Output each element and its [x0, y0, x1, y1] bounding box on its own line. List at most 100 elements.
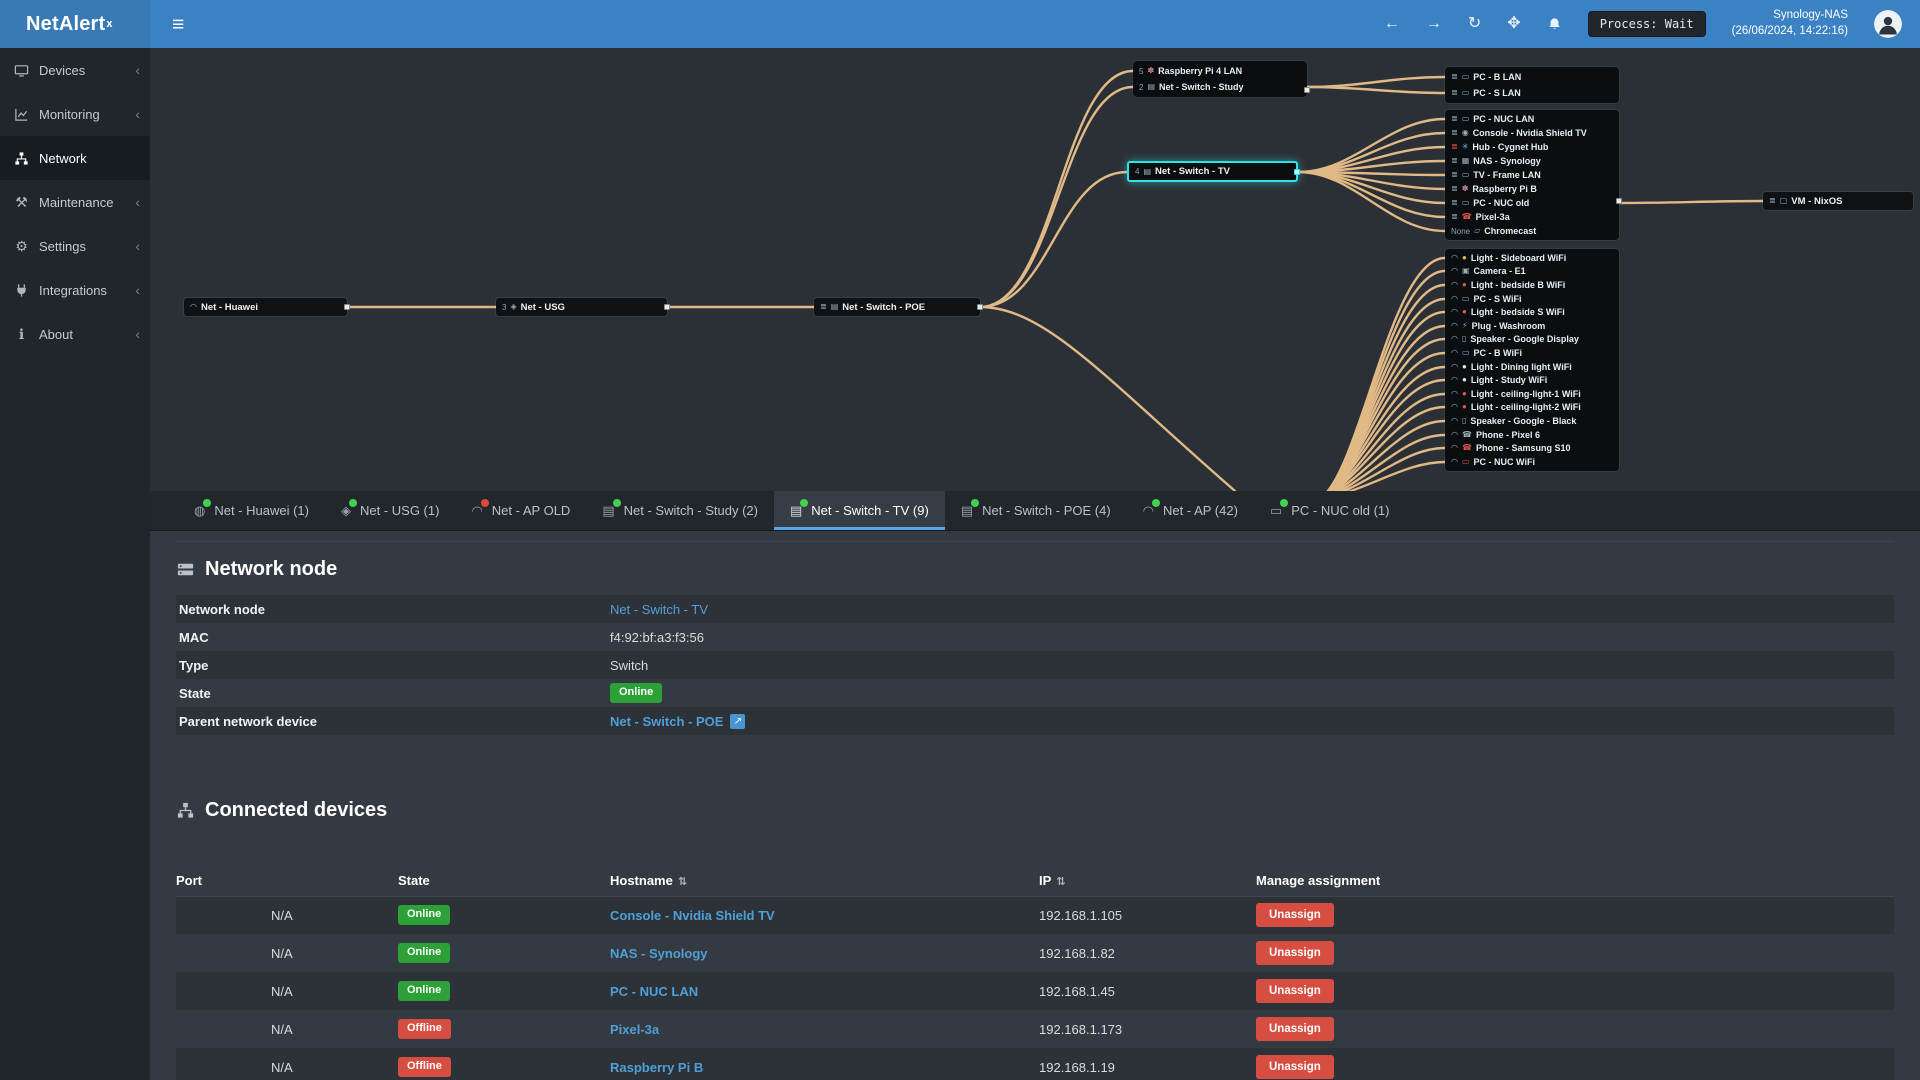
user-avatar[interactable]: [1874, 10, 1902, 38]
hamburger-menu-icon[interactable]: ≡: [172, 14, 184, 35]
tree-node-speaker-google-display[interactable]: ◠ ▯ Speaker - Google Display: [1445, 333, 1619, 347]
tree-node-light-bedside-b-wifi[interactable]: ◠ ● Light - bedside B WiFi: [1445, 278, 1619, 292]
tree-node-light-bedside-s-wifi[interactable]: ◠ ● Light - bedside S WiFi: [1445, 305, 1619, 319]
tree-node-chromecast[interactable]: None ▱ Chromecast: [1445, 224, 1619, 238]
column-header-hostname[interactable]: Hostname ⇅: [610, 866, 1039, 897]
tree-node-net-switch-study[interactable]: 2 ▤ Net - Switch - Study: [1133, 79, 1307, 95]
parent-device-link[interactable]: Net - Switch - POE: [610, 714, 723, 729]
tab-net-usg[interactable]: ◈ Net - USG (1): [325, 491, 455, 530]
tree-node-pc-b-wifi[interactable]: ◠ ▭ PC - B WiFi: [1445, 346, 1619, 360]
tree-node-label: NAS - Synology: [1473, 156, 1541, 166]
device-link[interactable]: Pixel-3a: [610, 1022, 659, 1037]
port-cell: N/A: [271, 1059, 293, 1075]
collapse-handle[interactable]: [977, 304, 983, 310]
tree-node-camera-e1[interactable]: ◠ ▣ Camera - E1: [1445, 265, 1619, 279]
sidebar-item-monitoring[interactable]: Monitoring ‹: [0, 92, 150, 136]
tree-node-light-sideboard-wifi[interactable]: ◠ ● Light - Sideboard WiFi: [1445, 251, 1619, 265]
tree-node-tv-frame-lan[interactable]: ≣ ▭ TV - Frame LAN: [1445, 168, 1619, 182]
tree-node-net-switch-tv-selected[interactable]: 4 ▤ Net - Switch - TV: [1127, 161, 1300, 182]
status-dot-online: [1280, 499, 1289, 507]
tree-node-net-huawei[interactable]: ◠ Net - Huawei: [184, 298, 350, 316]
move-icon[interactable]: ✥: [1507, 16, 1520, 32]
sidebar-item-settings[interactable]: ⚙ Settings ‹: [0, 224, 150, 268]
device-link[interactable]: Raspberry Pi B: [610, 1060, 703, 1075]
plug-icon: [13, 283, 30, 298]
sidebar-item-maintenance[interactable]: ⚒ Maintenance ‹: [0, 180, 150, 224]
tab-net-ap[interactable]: ◠ Net - AP (42): [1127, 491, 1254, 530]
tree-node-console-nvidia-shield[interactable]: ≣ ◉ Console - Nvidia Shield TV: [1445, 126, 1619, 140]
tree-node-label: PC - S LAN: [1473, 88, 1521, 98]
device-link[interactable]: PC - NUC LAN: [610, 984, 698, 999]
tree-node-net-switch-poe[interactable]: ≣ ▤ Net - Switch - POE: [814, 298, 983, 316]
sidebar-item-network[interactable]: Network: [0, 136, 150, 180]
app-logo[interactable]: NetAlert x: [0, 0, 150, 48]
tree-node-speaker-google-black[interactable]: ◠ ▯ Speaker - Google - Black: [1445, 414, 1619, 428]
process-status-button[interactable]: Process: Wait: [1587, 11, 1706, 37]
tree-node-label: TV - Frame LAN: [1473, 170, 1541, 180]
sort-icon[interactable]: ⇅: [678, 876, 687, 888]
wifi-icon: ◠: [1143, 499, 1161, 517]
tree-node-hub-cygnet[interactable]: ≣ ✳ Hub - Cygnet Hub: [1445, 140, 1619, 154]
status-dot-online: [348, 499, 357, 507]
collapse-handle[interactable]: [1294, 169, 1300, 175]
refresh-icon[interactable]: ↻: [1468, 16, 1481, 32]
property-label: Parent network device: [179, 713, 317, 729]
unassign-button[interactable]: Unassign: [1256, 903, 1334, 928]
notifications-bell-icon[interactable]: [1547, 17, 1562, 32]
tab-net-switch-poe[interactable]: ▤ Net - Switch - POE (4): [945, 491, 1127, 530]
tab-net-switch-tv-active[interactable]: ▤ Net - Switch - TV (9): [773, 491, 945, 530]
tab-net-huawei[interactable]: ◍ Net - Huawei (1): [178, 491, 325, 530]
tab-pc-nuc-old[interactable]: ▭ PC - NUC old (1): [1254, 491, 1406, 530]
tree-node-pc-s-wifi[interactable]: ◠ ▭ PC - S WiFi: [1445, 292, 1619, 306]
device-link[interactable]: NAS - Synology: [610, 946, 708, 961]
collapse-handle[interactable]: [1304, 87, 1310, 93]
tree-node-pc-s-lan[interactable]: ≣ ▭ PC - S LAN: [1445, 85, 1619, 101]
tree-node-phone-pixel-6[interactable]: ◠ ☎ Phone - Pixel 6: [1445, 428, 1619, 442]
sidebar-item-integrations[interactable]: Integrations ‹: [0, 268, 150, 312]
switch-icon: ▤: [961, 499, 980, 517]
tab-net-switch-study[interactable]: ▤ Net - Switch - Study (2): [586, 491, 774, 530]
tree-node-pixel-3a[interactable]: ≣ ☎ Pixel-3a: [1445, 210, 1619, 224]
collapse-handle[interactable]: [664, 304, 670, 310]
unassign-button[interactable]: Unassign: [1256, 1017, 1334, 1041]
tree-node-pc-b-lan[interactable]: ≣ ▭ PC - B LAN: [1445, 69, 1619, 85]
sort-icon[interactable]: ⇅: [1056, 876, 1065, 888]
sidebar-item-about[interactable]: ℹ About ‹: [0, 312, 150, 356]
tree-node-raspberry-pi-b[interactable]: ≣ ✽ Raspberry Pi B: [1445, 182, 1619, 196]
tree-node-raspberry-pi4-lan[interactable]: 5 ✽ Raspberry Pi 4 LAN: [1133, 63, 1307, 79]
tree-node-light-study-wifi[interactable]: ◠ ● Light - Study WiFi: [1445, 373, 1619, 387]
device-link[interactable]: Console - Nvidia Shield TV: [610, 908, 775, 923]
unassign-button[interactable]: Unassign: [1256, 979, 1334, 1003]
bulb-icon: ●: [1461, 402, 1467, 412]
tree-node-vm-nixos[interactable]: ≣ ▢ VM - NixOS: [1763, 192, 1913, 210]
tree-node-light-ceiling-2-wifi[interactable]: ◠ ● Light - ceiling-light-2 WiFi: [1445, 401, 1619, 415]
switch-icon: ▤: [1143, 166, 1152, 176]
tree-node-net-usg[interactable]: 3 ◈ Net - USG: [496, 298, 670, 316]
tree-node-plug-washroom[interactable]: ◠ ⚡ Plug - Washroom: [1445, 319, 1619, 333]
tree-node-light-ceiling-1-wifi[interactable]: ◠ ● Light - ceiling-light-1 WiFi: [1445, 387, 1619, 401]
sidebar-item-devices[interactable]: Devices ‹: [0, 48, 150, 92]
tree-node-pc-nuc-lan[interactable]: ≣ ▭ PC - NUC LAN: [1445, 112, 1619, 126]
unassign-button[interactable]: Unassign: [1256, 941, 1334, 965]
tree-node-nas-synology[interactable]: ≣ ▦ NAS - Synology: [1445, 154, 1619, 168]
external-link-icon[interactable]: ↗: [730, 713, 746, 729]
tree-node-label: Light - ceiling-light-1 WiFi: [1470, 388, 1581, 399]
tab-net-ap-old[interactable]: ◠ Net - AP OLD: [455, 491, 586, 530]
tree-node-pc-nuc-wifi[interactable]: ◠ ▭ PC - NUC WiFi: [1445, 455, 1619, 469]
ethernet-icon: ≣: [1451, 184, 1458, 193]
collapse-handle[interactable]: [344, 304, 350, 310]
tree-node-light-dining-wifi[interactable]: ◠ ● Light - Dining light WiFi: [1445, 360, 1619, 374]
column-header-ip[interactable]: IP ⇅: [1039, 866, 1256, 897]
tree-node-phone-samsung-s10[interactable]: ◠ ☎ Phone - Samsung S10: [1445, 441, 1619, 455]
column-header-state: State: [398, 866, 610, 897]
unassign-button[interactable]: Unassign: [1256, 1055, 1334, 1079]
display-icon: ▭: [1461, 456, 1470, 466]
divider: [176, 541, 1894, 542]
collapse-handle[interactable]: [1616, 198, 1622, 204]
table-row: N/A Online NAS - Synology 192.168.1.82 U…: [176, 934, 1894, 972]
ethernet-icon: ≣: [1451, 198, 1458, 207]
tree-node-pc-nuc-old[interactable]: ≣ ▭ PC - NUC old: [1445, 196, 1619, 210]
forward-icon[interactable]: →: [1426, 16, 1442, 32]
back-icon[interactable]: ←: [1384, 16, 1400, 32]
network-node-link[interactable]: Net - Switch - TV: [610, 602, 708, 617]
